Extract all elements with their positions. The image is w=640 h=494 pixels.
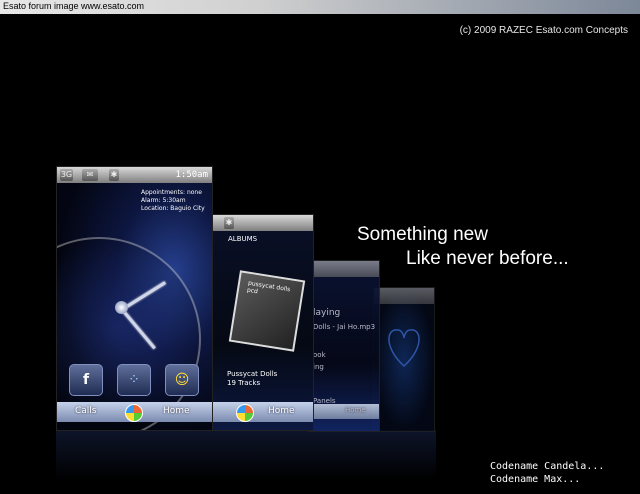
- home-button[interactable]: Home: [163, 406, 190, 416]
- codename-line2: Codename Max...: [490, 474, 581, 485]
- start-orb-icon[interactable]: [125, 404, 143, 422]
- album-cover-text: pussycat dolls pcd: [246, 279, 291, 296]
- status-bar: 3G ✉ ✱ 1:50am: [57, 167, 212, 183]
- yahoo-messenger-icon[interactable]: ☺: [165, 364, 199, 396]
- home-button[interactable]: Home: [345, 406, 366, 414]
- bottom-bar: Home: [206, 402, 313, 422]
- status-bar: ✱: [206, 215, 313, 231]
- bottom-bar: Home: [309, 404, 379, 419]
- phones-reflection: [56, 430, 436, 480]
- phone-screen-3: laying Dolls - Jai Ho.mp3 ook ing Panels…: [308, 260, 380, 432]
- phone-screen-2: ✱ ALBUMS pussycat dolls pcd Pussycat Dol…: [205, 214, 314, 431]
- albums-header: ALBUMS: [228, 235, 258, 243]
- tagline-line2: Like never before...: [406, 248, 569, 269]
- status-bar: [309, 261, 379, 277]
- track-name: Dolls - Jai Ho.mp3: [313, 323, 376, 331]
- info-panel: Appointments: none Alarm: 5:30am Locatio…: [141, 189, 205, 213]
- clock-hub: [115, 301, 128, 314]
- mail-icon: ✉: [82, 169, 98, 181]
- location-text: Location: Baguio City: [141, 205, 205, 212]
- forum-caption-bar: Esato forum image www.esato.com: [0, 0, 640, 14]
- phone-screen-4: [373, 287, 435, 432]
- home-button[interactable]: Home: [268, 406, 295, 416]
- album-cover[interactable]: pussycat dolls pcd: [228, 270, 306, 352]
- now-playing-label: laying: [313, 308, 341, 318]
- track-info: Pussycat Dolls 19 Tracks: [227, 370, 277, 388]
- calls-button[interactable]: Calls: [75, 406, 97, 416]
- track-count: 19 Tracks: [227, 379, 261, 387]
- menu-item-b[interactable]: ing: [313, 363, 324, 371]
- 3g-icon: 3G: [60, 169, 73, 181]
- appointments-text: Appointments: none: [141, 189, 202, 196]
- tagline-line1: Something new: [357, 224, 488, 245]
- apps-grid-icon[interactable]: ⁘: [117, 364, 151, 396]
- alarm-text: Alarm: 5:30am: [141, 197, 186, 204]
- forum-caption: Esato forum image www.esato.com: [3, 1, 145, 11]
- bottom-bar: Calls Home: [57, 402, 212, 422]
- codename-line1: Codename Candela...: [490, 461, 605, 472]
- bluetooth-icon: ✱: [224, 217, 234, 229]
- clock-time: 1:50am: [175, 170, 208, 180]
- bluetooth-icon: ✱: [109, 169, 119, 181]
- start-orb-icon[interactable]: [236, 404, 254, 422]
- heart-wallpaper-icon: [388, 329, 420, 368]
- facebook-icon[interactable]: f: [69, 364, 103, 396]
- menu-item-a[interactable]: ook: [313, 351, 326, 359]
- copyright-text: (c) 2009 RAZEC Esato.com Concepts: [459, 25, 628, 36]
- phone-screen-1: 3G ✉ ✱ 1:50am Appointments: none Alarm: …: [56, 166, 213, 431]
- artist-name: Pussycat Dolls: [227, 370, 278, 378]
